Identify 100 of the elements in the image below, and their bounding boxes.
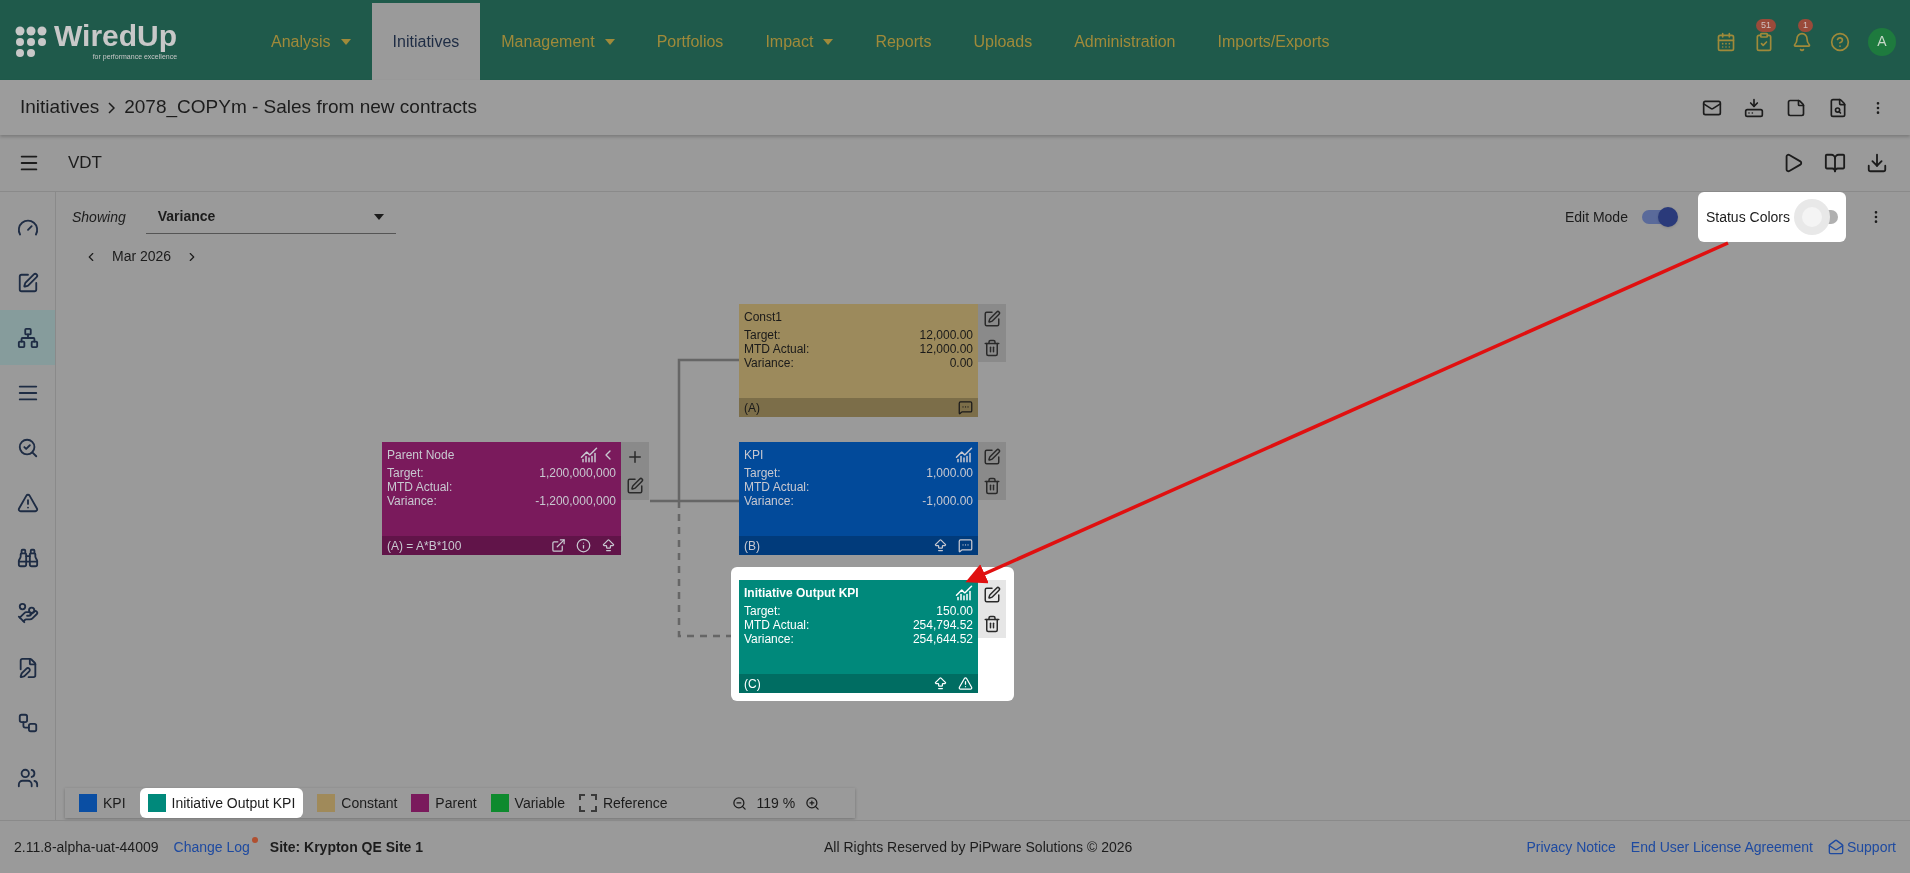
diagram-icon [16, 711, 39, 734]
period-label: Mar 2026 [112, 247, 172, 266]
chart-icon[interactable] [955, 584, 973, 602]
showing-label: Showing [72, 207, 126, 227]
copyright-text: All Rights Reserved by PiPware Solutions © 2026 [824, 837, 1133, 857]
search-icon [16, 436, 39, 459]
legend-label: Reference [602, 793, 668, 813]
metric-label: MTD Actual: [744, 618, 810, 632]
metric-value: 1,000.00 [926, 466, 973, 480]
edit-icon [16, 271, 39, 294]
nav-tab[interactable]: Analysis [250, 3, 372, 80]
metric-value: -1,000.00 [922, 494, 973, 508]
nav-tab[interactable]: Impact [744, 3, 855, 80]
nav-tab[interactable]: Uploads [952, 3, 1054, 80]
upload-icon[interactable] [933, 676, 948, 691]
note-icon[interactable] [1786, 97, 1806, 118]
edit-mode-switch[interactable] [1641, 210, 1676, 224]
upload-icon[interactable] [933, 538, 948, 553]
caret-icon [373, 213, 384, 220]
zoom-out-icon[interactable] [731, 795, 747, 811]
upload-icon[interactable] [601, 538, 616, 553]
support-link[interactable]: Support [1846, 836, 1896, 858]
showing-dropdown[interactable]: Variance [145, 200, 396, 234]
node-card[interactable]: Initiative Output KPI Target: 150.00 MTD Actual: 254,794.52 Variance: 254,644.52 (C) [739, 580, 978, 693]
metric-label: Variance: [744, 494, 794, 508]
page-title: 2078_COPYm - Sales from new contracts [124, 95, 477, 120]
book-icon[interactable] [1824, 152, 1846, 174]
footer-link[interactable]: Privacy Notice [1526, 836, 1616, 858]
metric-label: Target: [744, 328, 781, 342]
external-link-icon[interactable] [551, 538, 566, 553]
nav-tab[interactable]: Reports [854, 3, 953, 80]
metric-value: 254,794.52 [912, 618, 973, 632]
node-formula: (B) [744, 537, 760, 555]
logo-dots-icon [14, 24, 48, 59]
metric-label: MTD Actual: [387, 480, 453, 494]
node-formula: (A) [744, 399, 760, 417]
nav-tab[interactable]: Portfolios [635, 3, 745, 80]
node-formula: (C) [744, 675, 761, 693]
metric-label: Target: [387, 466, 424, 480]
metric-value: 12,000.00 [919, 342, 973, 356]
document-search-icon[interactable] [1828, 97, 1848, 118]
chart-icon[interactable] [580, 446, 598, 464]
chevron-icon [108, 101, 116, 114]
info-icon[interactable] [576, 538, 591, 553]
metric-label: Variance: [744, 632, 794, 646]
metric-value: 150.00 [936, 604, 973, 618]
people-icon [16, 766, 39, 789]
zoom-level: 119 % [756, 793, 796, 813]
user-avatar[interactable]: A [1868, 27, 1896, 56]
metric-label: MTD Actual: [744, 480, 810, 494]
node-card[interactable]: KPI Target: 1,000.00 MTD Actual: Variance: -1,000.00 (B) [739, 442, 978, 555]
download-icon[interactable] [1744, 97, 1764, 118]
nav-tab[interactable]: Administration [1053, 3, 1197, 80]
count-badge: 1 [1798, 18, 1813, 32]
node-formula: (A) = A*B*100 [387, 537, 462, 555]
metric-value: -1,200,000,000 [535, 494, 616, 508]
node-card[interactable]: Const1 Target: 12,000.00 MTD Actual: 12,000.00 Variance: 0.00 (A) [739, 304, 978, 417]
legend-label: Parent [435, 793, 477, 813]
delete-icon[interactable] [983, 614, 1001, 633]
legend-label: Variable [514, 793, 565, 813]
legend-label: Constant [341, 793, 398, 813]
metric-label: Target: [744, 466, 781, 480]
metric-value: 254,644.52 [912, 632, 973, 646]
version-text: 2.11.8-alpha-uat-44009 [14, 837, 159, 857]
metric-label: MTD Actual: [744, 342, 810, 356]
zoom-in-icon[interactable] [805, 795, 821, 811]
metric-value: 0.00 [949, 356, 973, 370]
node-card[interactable]: Parent Node Target: 1,200,000,000 MTD Actual: Variance: -1,200,000,000 (A) = A*B*100 [382, 442, 621, 555]
nav-tab[interactable]: Management [480, 3, 636, 80]
metric-value: 1,200,000,000 [539, 466, 616, 480]
warning-icon [16, 491, 39, 514]
metric-label: Variance: [744, 356, 794, 370]
nav-tab[interactable]: Imports/Exports [1196, 3, 1351, 80]
status-colors-label: Status Colors [1705, 207, 1790, 227]
logo-text: WiredUp [54, 20, 178, 53]
node-title: Initiative Output KPI [744, 585, 859, 602]
metric-value: 12,000.00 [919, 328, 973, 342]
count-badge: 51 [1756, 18, 1776, 32]
support-icon[interactable] [1827, 839, 1844, 855]
breadcrumb-link[interactable]: Initiatives [20, 93, 100, 122]
legend-label: KPI [103, 793, 126, 813]
edit-icon[interactable] [983, 585, 1001, 604]
changelog-link[interactable]: Change Log [173, 836, 256, 858]
edit-mode-label: Edit Mode [1564, 207, 1628, 227]
node-title: KPI [744, 447, 764, 464]
metric-label: Variance: [387, 494, 437, 508]
sidebar-item[interactable] [0, 310, 55, 365]
node-title: Const1 [744, 309, 783, 326]
nav-tab[interactable]: Initiatives [371, 3, 481, 80]
comment-icon[interactable] [958, 400, 973, 415]
hand-coin-icon [16, 601, 39, 624]
metric-label: Target: [744, 604, 781, 618]
warning-icon[interactable] [958, 676, 973, 691]
legend-label: Initiative Output KPI [171, 793, 296, 813]
footer-link[interactable]: End User License Agreement [1630, 836, 1813, 858]
chart-icon[interactable] [955, 446, 973, 464]
download-icon[interactable] [1866, 152, 1888, 174]
tree-icon [16, 326, 39, 349]
binoculars-icon [16, 546, 39, 569]
toolbar-title: VDT [68, 152, 102, 175]
